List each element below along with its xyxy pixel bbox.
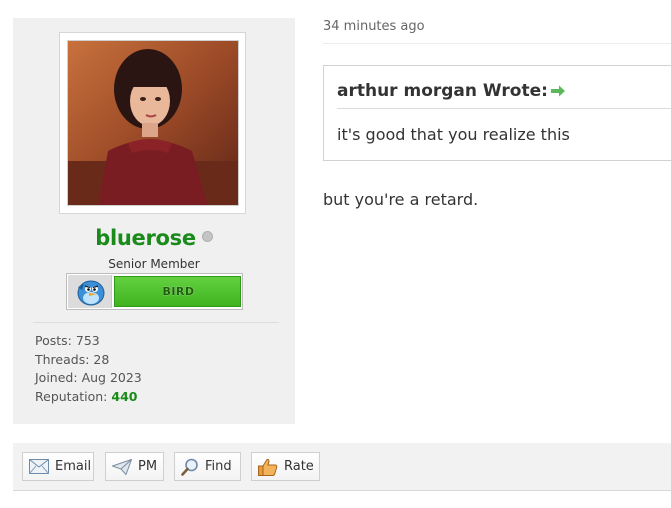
- author-panel: bluerose Senior Member BIRD Posts: 753 T…: [13, 18, 295, 424]
- envelope-icon: [29, 459, 49, 474]
- find-button[interactable]: Find: [174, 452, 241, 481]
- stat-joined-value: Aug 2023: [81, 370, 142, 386]
- thumbs-up-icon: [258, 458, 278, 476]
- stat-joined: Joined: Aug 2023: [35, 369, 142, 388]
- stat-reputation: Reputation: 440: [35, 388, 142, 407]
- quote-header: arthur morgan Wrote:: [337, 81, 566, 102]
- username-link[interactable]: bluerose: [95, 226, 196, 250]
- quote-text: it's good that you realize this: [337, 125, 570, 144]
- paper-plane-icon: [112, 458, 132, 475]
- stat-threads-label: Threads:: [35, 351, 90, 367]
- stat-posts-label: Posts:: [35, 333, 72, 348]
- date-divider: [323, 43, 671, 44]
- magnifier-icon: [181, 458, 198, 476]
- author-divider: [33, 322, 279, 323]
- stat-reputation-label: Reputation:: [35, 388, 108, 404]
- pm-button[interactable]: PM: [105, 452, 164, 481]
- stat-threads: Threads: 28: [35, 351, 142, 370]
- stat-joined-label: Joined:: [35, 370, 78, 386]
- stat-posts-value: 753: [75, 333, 100, 348]
- post-message: but you're a retard.: [323, 190, 479, 209]
- rate-button-label: Rate: [284, 459, 314, 474]
- rank-icon-box: [68, 275, 112, 308]
- stat-threads-value: 28: [93, 351, 110, 367]
- green-arrow-right-icon[interactable]: [550, 82, 566, 102]
- avatar[interactable]: [67, 40, 239, 206]
- find-button-label: Find: [205, 459, 232, 474]
- post-controls: Email PM Find Rate: [13, 443, 671, 491]
- username-row: bluerose: [13, 226, 295, 250]
- email-button-label: Email: [55, 459, 92, 474]
- quote-block: arthur morgan Wrote: it's good that you …: [323, 65, 671, 161]
- avatar-frame: [59, 32, 246, 214]
- pm-button-label: PM: [138, 459, 158, 474]
- rank-label: BIRD: [162, 285, 195, 298]
- rank-badge: BIRD: [66, 273, 243, 310]
- rank-bar: BIRD: [114, 276, 241, 307]
- email-button[interactable]: Email: [22, 452, 94, 481]
- stat-reputation-value[interactable]: 440: [111, 389, 137, 404]
- rate-button[interactable]: Rate: [251, 452, 320, 481]
- quote-divider: [337, 108, 671, 109]
- author-stats: Posts: 753 Threads: 28 Joined: Aug 2023 …: [35, 332, 142, 406]
- stat-posts: Posts: 753: [35, 332, 142, 351]
- post-date: 34 minutes ago: [323, 19, 425, 34]
- quote-author: arthur morgan Wrote:: [337, 81, 548, 101]
- offline-dot-icon: [201, 231, 213, 242]
- avatar-image: [68, 41, 238, 205]
- user-title: Senior Member: [108, 257, 200, 271]
- blue-bird-icon: [77, 280, 105, 306]
